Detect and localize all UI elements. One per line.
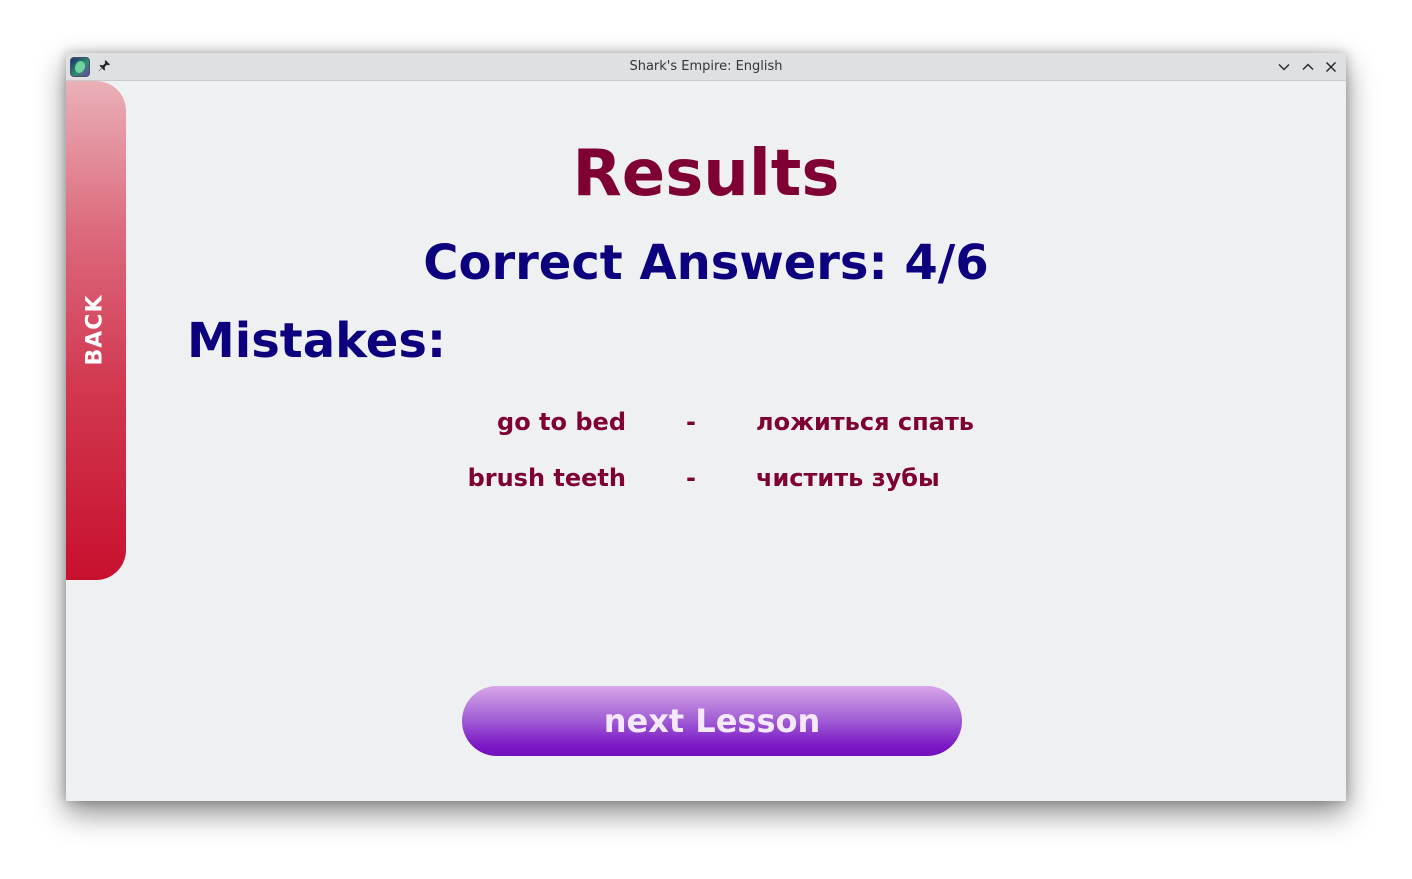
close-icon[interactable]	[1322, 58, 1340, 76]
window-title: Shark's Empire: English	[629, 59, 783, 74]
correct-answers: Correct Answers: 4/6	[423, 235, 989, 291]
results-title: Results	[572, 137, 840, 211]
app-window: Shark's Empire: English BACK Results Cor…	[66, 53, 1346, 801]
mistake-english: go to bed	[497, 408, 626, 436]
mistake-separator: -	[686, 464, 696, 492]
mistake-russian: чистить зубы	[756, 464, 940, 492]
mistakes-heading: Mistakes:	[187, 313, 447, 369]
next-lesson-button[interactable]: next Lesson	[462, 686, 962, 756]
back-label: BACK	[82, 294, 108, 366]
chevron-down-icon[interactable]	[1275, 58, 1293, 76]
mistake-row: go to bed - ложиться спать	[66, 404, 1346, 440]
mistake-russian: ложиться спать	[756, 408, 974, 436]
mistake-separator: -	[686, 408, 696, 436]
mistake-english: brush teeth	[467, 464, 626, 492]
mistake-row: brush teeth - чистить зубы	[66, 460, 1346, 496]
chevron-up-icon[interactable]	[1299, 58, 1317, 76]
titlebar: Shark's Empire: English	[66, 53, 1346, 81]
